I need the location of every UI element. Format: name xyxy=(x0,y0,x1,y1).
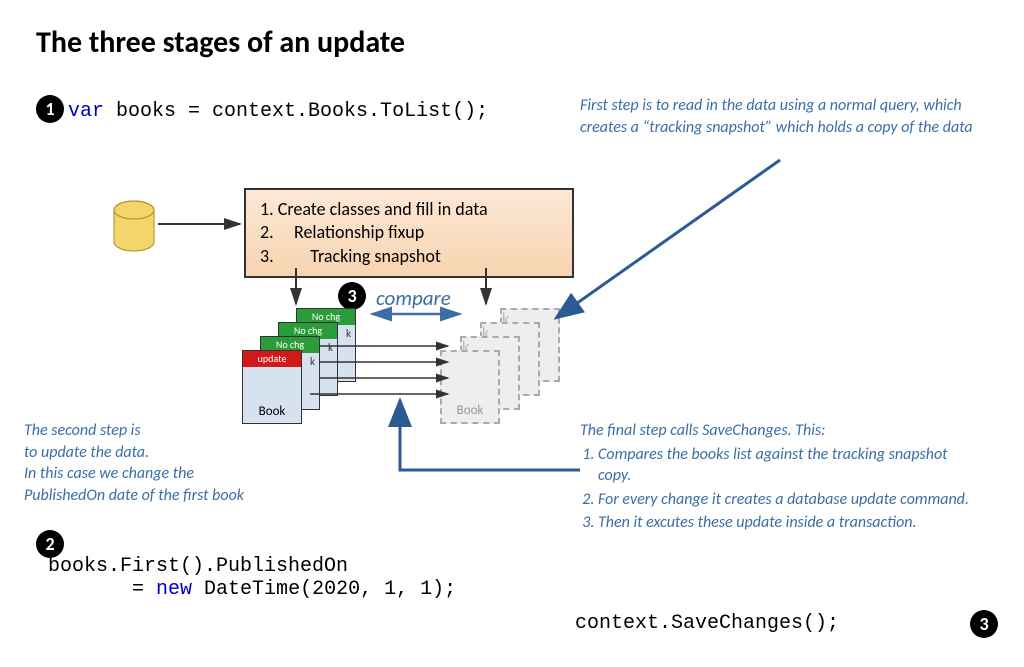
annotation-list-item: Compares the books list against the trac… xyxy=(598,444,980,487)
keyword: new xyxy=(156,578,192,601)
code-update: books.First().PublishedOn = new DateTime… xyxy=(48,555,456,601)
annotation-step1: First step is to read in the data using … xyxy=(580,95,980,138)
code-read: var books = context.Books.ToList(); xyxy=(68,100,488,123)
card-label: Book xyxy=(243,404,301,419)
annotation-list-item: Then it excutes these update inside a tr… xyxy=(598,512,980,534)
card-letter: k xyxy=(346,327,351,340)
code-text: books.First().PublishedOn xyxy=(48,555,348,578)
tag-update: update xyxy=(243,351,301,367)
card-label: Book xyxy=(442,403,498,418)
stage-badge-1: 1 xyxy=(36,95,64,123)
card-letter: k xyxy=(328,341,333,354)
stage-badge-3-code: 3 xyxy=(970,610,998,638)
compare-label: compare xyxy=(376,285,451,311)
process-step: 1. Create classes and fill in data xyxy=(260,198,558,221)
process-step: 2. Relationship fixup xyxy=(260,221,558,244)
process-step: 3. Tracking snapshot xyxy=(260,245,558,268)
process-box: 1. Create classes and fill in data 2. Re… xyxy=(244,188,574,278)
snapshot-card: Book xyxy=(440,350,500,424)
card-letter: k xyxy=(310,355,315,368)
stage-badge-2: 2 xyxy=(36,530,64,558)
book-card-updated: update Book xyxy=(242,350,302,424)
keyword: var xyxy=(68,100,104,123)
annotation-step3: The final step calls SaveChanges. This: … xyxy=(580,420,980,534)
code-savechanges: context.SaveChanges(); xyxy=(575,612,839,635)
annotation-text: The final step calls SaveChanges. This: xyxy=(580,420,980,442)
code-text: DateTime(2020, 1, 1); xyxy=(192,578,456,601)
code-text: books = context.Books.ToList(); xyxy=(104,100,488,123)
annotation-list-item: For every change it creates a database u… xyxy=(598,489,980,511)
stage-badge-3-compare: 3 xyxy=(338,282,366,310)
annotation-step2: The second step is to update the data. I… xyxy=(24,420,304,506)
code-text: = xyxy=(48,578,156,601)
page-title: The three stages of an update xyxy=(36,24,405,61)
database-icon xyxy=(112,200,156,256)
